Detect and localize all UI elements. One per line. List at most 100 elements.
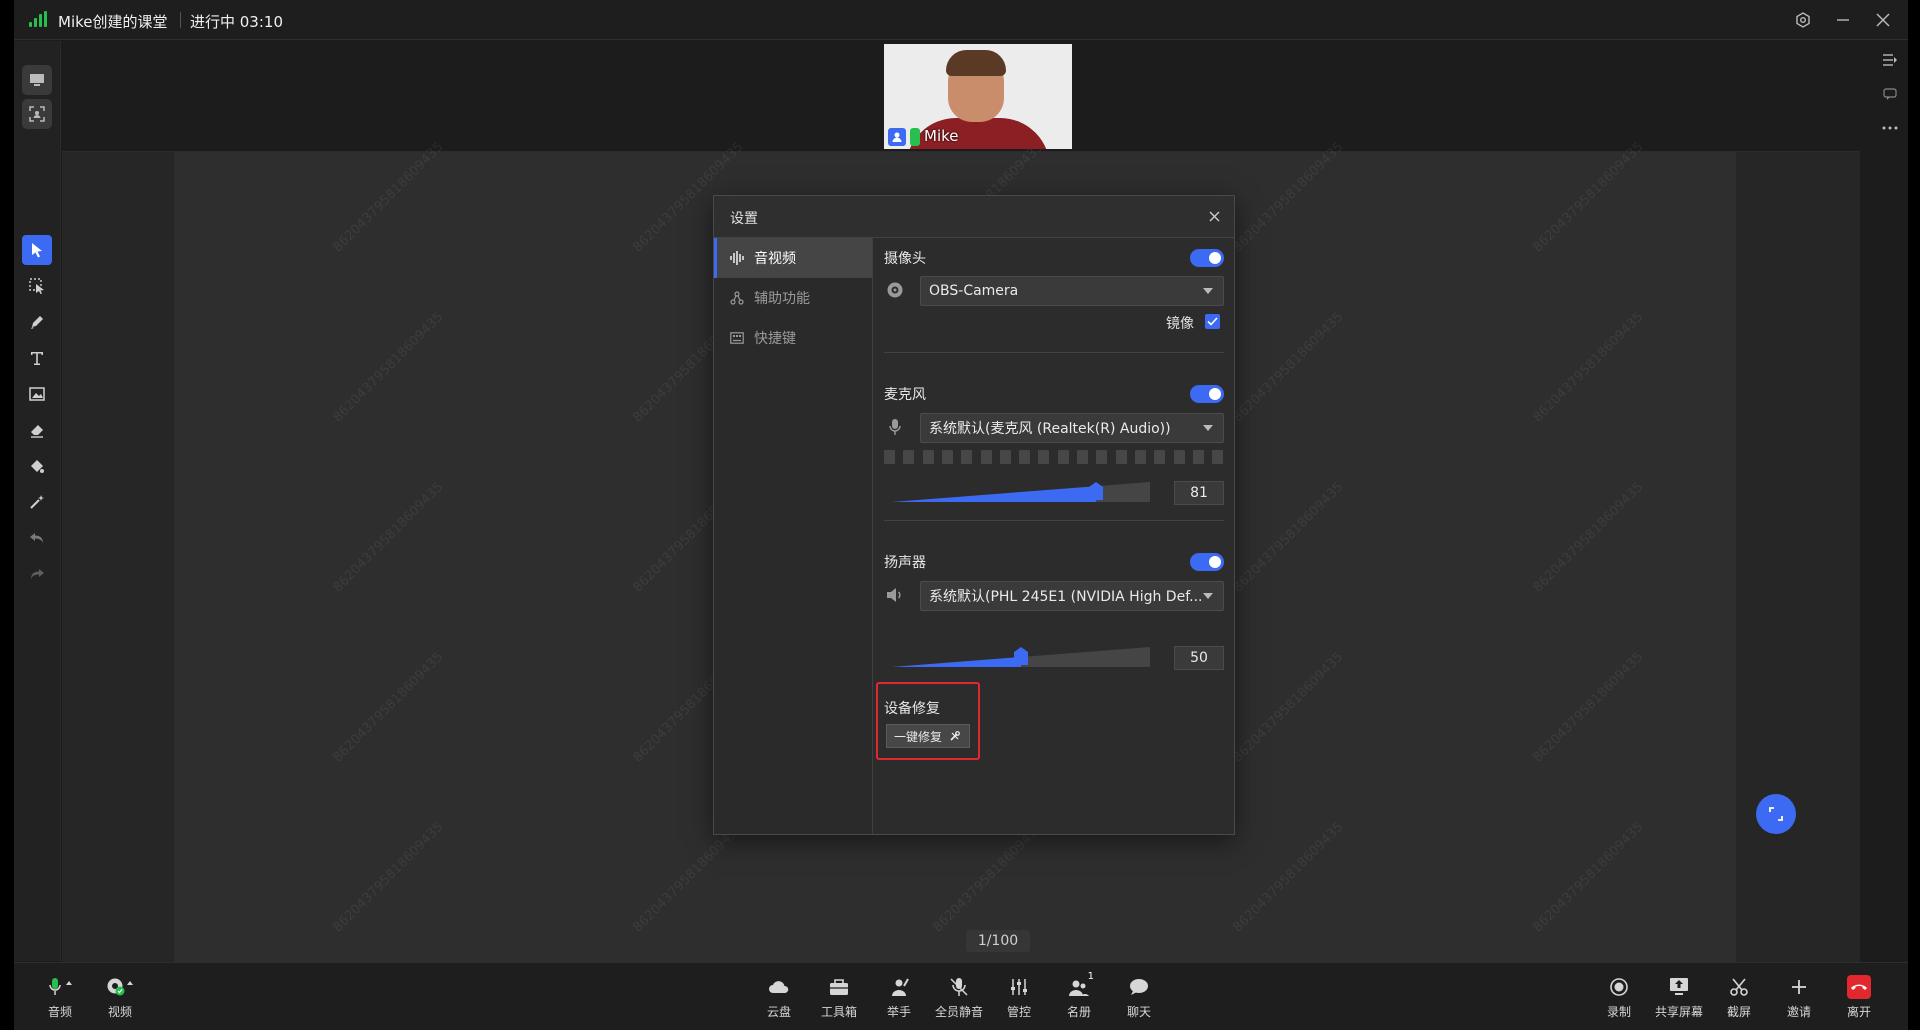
settings-dialog: 设置 音视频 辅助功能 快捷键 摄像头 OBS-Camera 镜像 麦克风 系统… [713,195,1235,835]
repair-section-label: 设备修复 [884,701,940,717]
settings-content: 摄像头 OBS-Camera 镜像 麦克风 系统默认(麦克风 (Realtek(… [874,238,1234,834]
microphone-toggle[interactable] [1190,385,1224,403]
image-tool-icon[interactable] [22,379,52,409]
level-segment [1038,450,1050,464]
magic-wand-icon[interactable] [22,487,52,517]
camera-icon [106,975,134,999]
raise-hand-button[interactable]: 举手 [869,975,929,1023]
speaker-volume-value[interactable]: 50 [1174,646,1224,670]
nav-label: 音视频 [754,251,796,267]
right-toolbar [1861,41,1908,961]
undo-icon[interactable] [22,523,52,553]
share-screen-button[interactable]: 共享屏幕 [1649,975,1709,1023]
video-label: 视频 [107,1005,132,1019]
raise-hand-icon [888,975,910,999]
chevron-down-icon [1203,593,1213,599]
eraser-icon[interactable] [22,415,52,445]
audio-label: 音频 [47,1005,72,1019]
fullscreen-button[interactable] [1756,794,1796,834]
mute-all-button[interactable]: 全员静音 [929,975,989,1023]
courseware-icon[interactable] [22,65,52,95]
repair-button-label: 一键修复 [894,729,943,744]
level-segment [1134,450,1146,464]
speaker-select-value: 系统默认(PHL 245E1 (NVIDIA High Def... [929,589,1203,605]
settings-icon[interactable] [1790,8,1816,32]
record-label: 录制 [1606,1005,1631,1019]
class-status: 进行中 03:10 [190,13,283,31]
roster-button[interactable]: 1 名册 [1049,971,1109,1023]
mirror-checkbox[interactable] [1205,314,1220,329]
microphone-select[interactable]: 系统默认(麦克风 (Realtek(R) Audio)) [920,413,1224,443]
repair-highlight-box [876,682,980,760]
toolbox-label: 工具箱 [820,1005,857,1019]
roster-badge: 1 [1087,971,1094,982]
mute-all-label: 全员静音 [934,1005,983,1019]
mic-active-icon [910,128,920,146]
minimize-button[interactable] [1830,8,1856,32]
mic-level-meter [884,450,1224,464]
leave-button[interactable]: 离开 [1829,975,1889,1023]
leave-label: 离开 [1846,1005,1871,1019]
level-segment [1096,450,1108,464]
speaker-volume-slider[interactable] [892,643,1150,669]
toolbox-icon [829,975,849,999]
person-hair [946,50,1006,76]
bottom-toolbar: 音频 视频 云盘 工具箱 举手 全员静音 管控 1 名册 聊天 录制 共享屏幕 … [14,962,1908,1030]
roster-label: 名册 [1066,1005,1091,1019]
microphone-volume-slider[interactable] [892,478,1150,504]
fill-bucket-icon[interactable] [22,451,52,481]
chevron-down-icon [1203,425,1213,431]
select-tool-icon[interactable] [22,235,52,265]
webcam-icon [886,281,904,299]
camera-select[interactable]: OBS-Camera [920,276,1224,306]
close-window-button[interactable] [1870,8,1896,32]
nav-item-audio-video[interactable]: 音视频 [714,238,872,278]
nav-label: 快捷键 [754,331,796,347]
title-divider [180,12,181,28]
area-select-icon[interactable] [22,271,52,301]
level-segment [1019,450,1031,464]
record-button[interactable]: 录制 [1589,975,1649,1023]
raise-hand-label: 举手 [886,1005,911,1019]
section-divider [884,352,1224,353]
invite-button[interactable]: 邀请 [1769,975,1829,1023]
pen-tool-icon[interactable] [22,307,52,337]
speaker-select[interactable]: 系统默认(PHL 245E1 (NVIDIA High Def... [920,581,1224,611]
video-button[interactable]: 视频 [90,975,150,1023]
one-click-repair-button[interactable]: 一键修复 [886,724,970,748]
cloud-icon [768,975,790,999]
camera-select-value: OBS-Camera [929,283,1019,299]
level-segment [961,450,973,464]
level-segment [884,450,895,464]
more-options-icon[interactable] [1875,113,1905,143]
comment-icon[interactable] [1875,79,1905,109]
cloud-drive-button[interactable]: 云盘 [749,975,809,1023]
accessibility-icon [728,290,746,306]
close-dialog-button[interactable] [1204,206,1224,226]
camera-tile[interactable]: Mike [884,44,1072,149]
focus-view-icon[interactable] [22,99,52,129]
level-segment [1192,450,1204,464]
level-segment [980,450,992,464]
participant-name: Mike [924,127,959,145]
speaker-toggle[interactable] [1190,553,1224,571]
camera-section-label: 摄像头 [884,251,926,267]
page-indicator: 1/100 [966,930,1030,952]
control-button[interactable]: 管控 [989,975,1049,1023]
nav-item-shortcuts[interactable]: 快捷键 [714,318,872,358]
microphone-volume-value[interactable]: 81 [1174,481,1224,505]
chat-button[interactable]: 聊天 [1109,975,1169,1023]
screenshot-button[interactable]: 截屏 [1709,975,1769,1023]
audio-wave-icon [728,250,746,266]
redo-icon[interactable] [22,559,52,589]
control-label: 管控 [1006,1005,1031,1019]
scissors-icon [1729,975,1749,999]
nav-item-accessibility[interactable]: 辅助功能 [714,278,872,318]
camera-toggle[interactable] [1190,249,1224,267]
microphone-select-value: 系统默认(麦克风 (Realtek(R) Audio)) [929,421,1171,437]
user-icon [888,128,906,146]
toolbox-button[interactable]: 工具箱 [809,975,869,1023]
text-tool-icon[interactable] [22,343,52,373]
audio-button[interactable]: 音频 [30,975,90,1023]
layout-toggle-icon[interactable] [1875,45,1905,75]
